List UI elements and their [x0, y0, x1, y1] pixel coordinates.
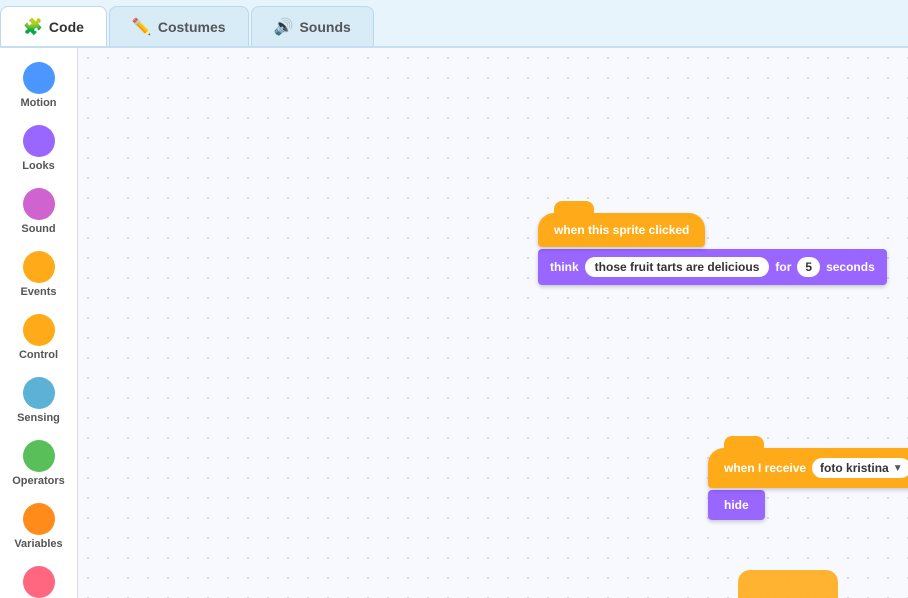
code-icon: 🧩 — [23, 17, 43, 37]
myblocks-dot — [23, 566, 55, 598]
sidebar-item-motion[interactable]: Motion — [4, 56, 74, 115]
operators-dot — [23, 440, 55, 472]
sidebar-label-looks: Looks — [22, 160, 54, 172]
costumes-icon: ✏️ — [132, 17, 152, 37]
motion-dot — [23, 62, 55, 94]
sidebar-label-sound: Sound — [21, 223, 55, 235]
tab-code[interactable]: 🧩 Code — [0, 6, 107, 46]
hide-block[interactable]: hide — [708, 490, 765, 520]
receive-dropdown[interactable]: foto kristina ▼ — [812, 458, 908, 478]
sounds-icon: 🔊 — [274, 17, 294, 37]
control-dot — [23, 314, 55, 346]
tab-bar: 🧩 Code ✏️ Costumes 🔊 Sounds — [0, 0, 908, 48]
sensing-dot — [23, 377, 55, 409]
block-stack-1: when this sprite clicked think those fru… — [538, 213, 887, 285]
sidebar-label-variables: Variables — [14, 538, 62, 550]
sidebar-label-sensing: Sensing — [17, 412, 60, 424]
looks-dot — [23, 125, 55, 157]
tab-costumes-label: Costumes — [158, 19, 226, 35]
tab-sounds[interactable]: 🔊 Sounds — [251, 6, 374, 46]
think-text-input[interactable]: those fruit tarts are delicious — [585, 257, 770, 277]
sidebar-item-myblocks[interactable]: My Blocks — [4, 560, 74, 598]
variables-dot — [23, 503, 55, 535]
sidebar-item-control[interactable]: Control — [4, 308, 74, 367]
secs-label: seconds — [826, 260, 875, 274]
sidebar-item-sound[interactable]: Sound — [4, 182, 74, 241]
receive-dropdown-value: foto kristina — [820, 461, 889, 475]
tab-costumes[interactable]: ✏️ Costumes — [109, 6, 249, 46]
block-stack-2: when I receive foto kristina ▼ hide — [708, 448, 908, 520]
for-label: for — [775, 260, 791, 274]
think-num-input[interactable]: 5 — [797, 257, 820, 277]
hat-block-sprite-clicked[interactable]: when this sprite clicked — [538, 213, 705, 247]
blocks-sidebar: Motion Looks Sound Events Control Sensin… — [0, 48, 78, 598]
sidebar-item-looks[interactable]: Looks — [4, 119, 74, 178]
sidebar-label-motion: Motion — [20, 97, 56, 109]
receive-label: when I receive — [724, 461, 806, 475]
code-canvas[interactable]: when this sprite clicked think those fru… — [78, 48, 908, 598]
hide-label: hide — [724, 498, 749, 512]
think-block[interactable]: think those fruit tarts are delicious fo… — [538, 249, 887, 285]
think-label: think — [550, 260, 579, 274]
sidebar-label-operators: Operators — [12, 475, 65, 487]
partial-yellow-block — [738, 570, 838, 598]
main-area: Motion Looks Sound Events Control Sensin… — [0, 48, 908, 598]
events-dot — [23, 251, 55, 283]
sidebar-item-variables[interactable]: Variables — [4, 497, 74, 556]
sidebar-item-events[interactable]: Events — [4, 245, 74, 304]
hat-block-label: when this sprite clicked — [554, 223, 689, 237]
sidebar-item-operators[interactable]: Operators — [4, 434, 74, 493]
sidebar-label-control: Control — [19, 349, 58, 361]
dropdown-arrow-icon: ▼ — [893, 463, 903, 474]
hat-block-receive[interactable]: when I receive foto kristina ▼ — [708, 448, 908, 488]
sidebar-label-events: Events — [20, 286, 56, 298]
sidebar-item-sensing[interactable]: Sensing — [4, 371, 74, 430]
sound-dot — [23, 188, 55, 220]
tab-code-label: Code — [49, 19, 84, 35]
tab-sounds-label: Sounds — [299, 19, 350, 35]
